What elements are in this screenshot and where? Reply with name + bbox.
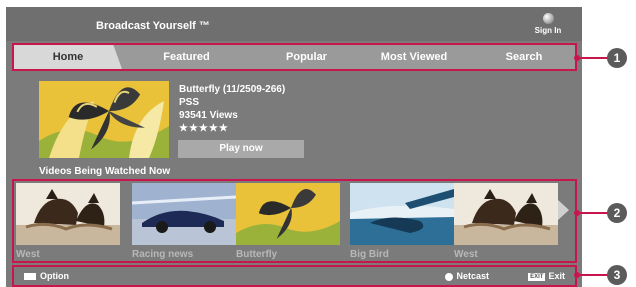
play-now-button[interactable]: Play now: [178, 140, 304, 158]
big-bird-thumbnail-image: [350, 183, 454, 245]
netcast-label: Netcast: [456, 271, 489, 281]
featured-video-author: PSS: [179, 97, 200, 108]
exit-key-icon: EXIT: [528, 272, 546, 281]
tab-featured[interactable]: Featured: [134, 45, 239, 69]
rating-stars: ★★★★★: [179, 123, 229, 134]
youtube-screen: Broadcast Yourself ™ Sign In Home Featur…: [6, 7, 582, 287]
video-caption: West: [454, 249, 478, 260]
exit-button[interactable]: EXIT Exit: [528, 271, 565, 281]
callout-leader-line: [578, 212, 608, 214]
exit-label: Exit: [548, 271, 565, 281]
sign-in-label: Sign In: [534, 26, 562, 35]
callout-marker-3: 3: [607, 265, 627, 285]
tab-popular[interactable]: Popular: [254, 45, 359, 69]
featured-video-views: 93541 Views: [179, 110, 238, 121]
callout-leader-line: [578, 57, 608, 59]
globe-icon: [542, 13, 554, 24]
scroll-right-arrow-icon[interactable]: [558, 200, 569, 220]
featured-video-thumbnail[interactable]: [39, 81, 169, 158]
tab-most-viewed[interactable]: Most Viewed: [359, 45, 469, 69]
option-button[interactable]: Option: [24, 271, 69, 281]
featured-video-title: Butterfly (11/2509-266): [179, 84, 286, 95]
nav-bar: Home Featured Popular Most Viewed Search: [12, 43, 577, 71]
sign-in-button[interactable]: Sign In: [528, 13, 568, 35]
white-key-icon: [24, 273, 36, 281]
video-caption: Big Bird: [350, 249, 389, 260]
featured-video-info: Butterfly (11/2509-266) PSS 93541 Views …: [179, 83, 285, 135]
callout-marker-1: 1: [607, 48, 627, 68]
video-thumb-west[interactable]: West: [16, 183, 120, 261]
watched-videos-strip: West Racing news Butterfly Big Bird West: [12, 179, 577, 263]
racing-thumbnail-image: [132, 183, 236, 245]
video-thumb-big-bird[interactable]: Big Bird: [350, 183, 454, 261]
footer-bar: Option Netcast EXIT Exit: [12, 265, 577, 287]
tab-home[interactable]: Home: [14, 45, 122, 69]
section-title: Videos Being Watched Now: [39, 166, 171, 177]
netcast-icon: [445, 272, 454, 281]
video-caption: Racing news: [132, 249, 194, 260]
video-caption: West: [16, 249, 40, 260]
header: Broadcast Yourself ™ Sign In: [6, 7, 582, 41]
callout-marker-2: 2: [607, 203, 627, 223]
video-caption: Butterfly: [236, 249, 278, 260]
netcast-button[interactable]: Netcast: [445, 271, 489, 281]
butterfly-thumbnail-image: [236, 183, 340, 245]
option-label: Option: [40, 271, 69, 281]
tab-search[interactable]: Search: [474, 45, 574, 69]
video-thumb-west-2[interactable]: West: [454, 183, 558, 261]
video-thumb-racing-news[interactable]: Racing news: [132, 183, 236, 261]
brand-title: Broadcast Yourself ™: [96, 20, 210, 32]
west-thumbnail-image: [16, 183, 120, 245]
west-thumbnail-image: [454, 183, 558, 245]
video-thumb-butterfly[interactable]: Butterfly: [236, 183, 340, 261]
callout-leader-line: [578, 274, 608, 276]
